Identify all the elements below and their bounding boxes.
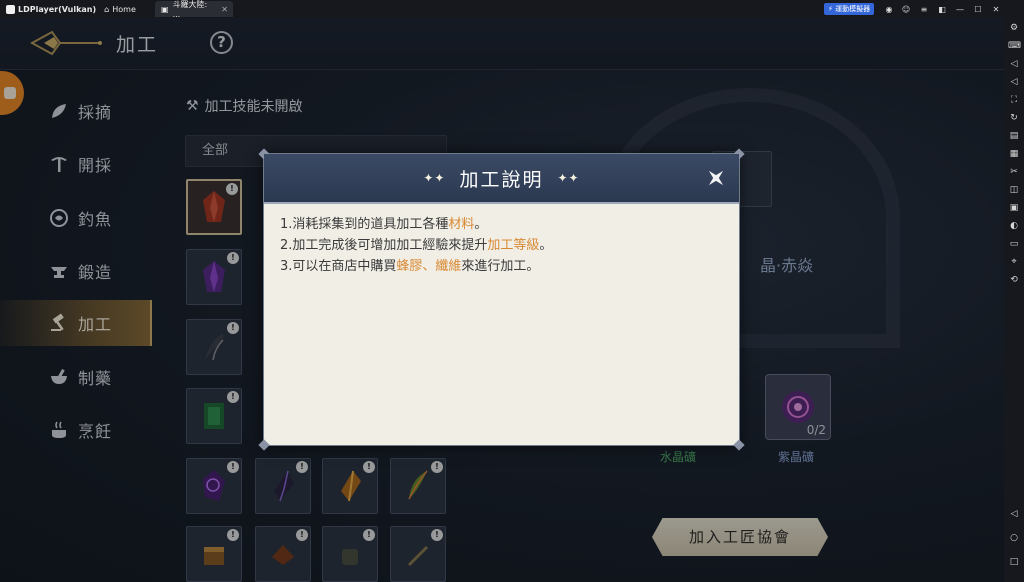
home-label: Home: [112, 4, 136, 14]
volume-up-icon[interactable]: ◁: [1008, 58, 1020, 70]
home-icon: ⌂: [104, 4, 110, 14]
highlight-text: 蜂膠、纖維: [396, 259, 462, 274]
fullscreen-icon[interactable]: ⛶: [1008, 94, 1020, 106]
instruction-line: 2.加工完成後可增加加工經驗來提升加工等級。: [280, 238, 553, 253]
home-circle-icon[interactable]: ○: [1008, 532, 1020, 544]
recents-icon[interactable]: □: [1008, 556, 1020, 568]
apk-icon[interactable]: ▣: [1008, 202, 1020, 214]
keyboard-icon[interactable]: ⌨: [1008, 40, 1021, 52]
highlight-text: 加工等級: [487, 238, 540, 253]
sparkle-icon: ✦✦: [423, 171, 446, 185]
account-icon[interactable]: ☺: [897, 0, 915, 18]
emulator-sidebar: ⚙ ⌨ ◁ ◁ ⛶ ↻ ▤ ▦ ✂ ◫ ▣ ◐ ▭ ⌖ ⟲ ◁ ○ □: [1004, 18, 1024, 582]
info-modal: ✦✦ 加工說明 ✦✦ 1.消耗採集到的道具加工各種材料。 2.加工完成後可增加加…: [258, 148, 745, 451]
highlight-text: 材料: [448, 217, 475, 232]
maximize-icon[interactable]: ☐: [969, 0, 987, 18]
shake-icon[interactable]: ⟲: [1008, 274, 1020, 286]
record-icon[interactable]: ▦: [1008, 148, 1020, 160]
lightning-icon: ⚡: [828, 5, 833, 13]
location-icon[interactable]: ⌖: [1008, 256, 1020, 268]
instruction-line: 1.消耗採集到的道具加工各種材料。: [280, 217, 488, 232]
minimize-icon[interactable]: —: [951, 0, 969, 18]
settings-icon[interactable]: ⚙: [1008, 22, 1020, 34]
sync-badge[interactable]: ⚡ 運動模擬器: [824, 3, 875, 15]
menu-icon[interactable]: ≡: [915, 0, 933, 18]
instruction-line: 3.可以在商店中購買蜂膠、纖維來進行加工。: [280, 259, 540, 274]
game-screen: 加工 ? 採摘 開採 釣魚 鍛造 加工 制藥 烹飪 ⚒ 加工技能未開啟 全部 !…: [0, 18, 1004, 582]
rotate-icon[interactable]: ↻: [1008, 112, 1020, 124]
ldplayer-icon: [6, 4, 15, 14]
screenshot-icon[interactable]: ▤: [1008, 130, 1020, 142]
multi-window-icon[interactable]: ◫: [1008, 184, 1020, 196]
modal-header: ✦✦ 加工說明 ✦✦: [264, 154, 739, 204]
sync-badge-label: 運動模擬器: [835, 5, 871, 13]
gamepad-icon[interactable]: ◉: [880, 0, 898, 18]
sparkle-icon: ✦✦: [557, 171, 580, 185]
modal-title: 加工說明: [459, 168, 544, 191]
back-icon[interactable]: ◁: [1008, 508, 1020, 520]
modal-body: 1.消耗採集到的道具加工各種材料。 2.加工完成後可增加加工經驗來提升加工等級。…: [280, 214, 723, 277]
game-tab[interactable]: ▣ 斗羅大陸: ... ✕: [155, 0, 233, 19]
scissors-icon[interactable]: ✂: [1008, 166, 1020, 178]
game-tab-icon: ▣: [161, 4, 169, 14]
app-name: LDPlayer(Vulkan): [18, 4, 97, 14]
game-tab-label: 斗羅大陸: ...: [172, 0, 208, 19]
close-icon[interactable]: [703, 165, 729, 191]
folder-icon[interactable]: ▭: [1008, 238, 1020, 250]
volume-down-icon[interactable]: ◁: [1008, 76, 1020, 88]
sync-icon[interactable]: ◐: [1008, 220, 1020, 232]
emulator-titlebar: LDPlayer(Vulkan) ⌂ Home ▣ 斗羅大陸: ... ✕ ⚡ …: [0, 0, 1024, 19]
home-tab[interactable]: ⌂ Home: [104, 5, 136, 14]
close-tab-icon[interactable]: ✕: [221, 5, 228, 14]
close-window-icon[interactable]: ✕: [987, 0, 1005, 18]
app-logo: LDPlayer(Vulkan): [0, 4, 97, 14]
restore-icon[interactable]: ◧: [933, 0, 951, 18]
